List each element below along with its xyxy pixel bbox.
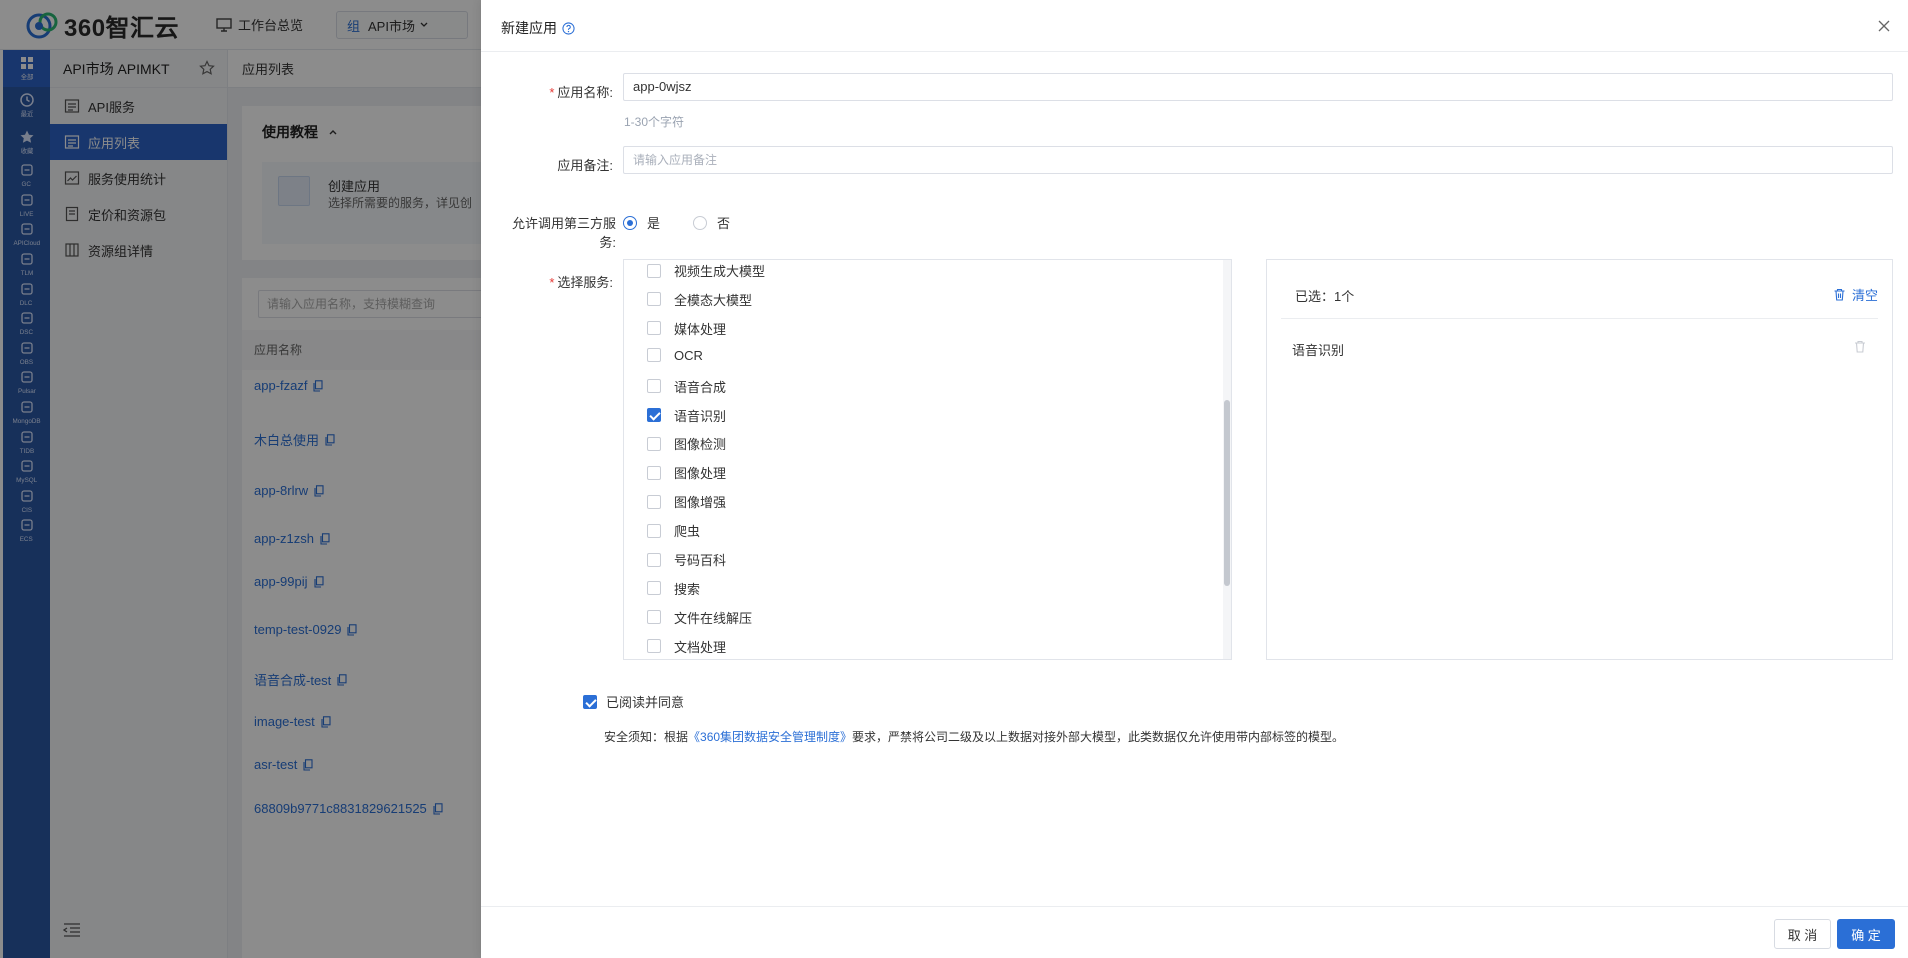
radio-no-dot bbox=[693, 215, 707, 230]
service-checkbox[interactable] bbox=[647, 523, 661, 538]
radio-yes[interactable]: 是 bbox=[623, 213, 660, 232]
clear-button[interactable]: 清空 bbox=[1833, 285, 1878, 304]
service-label: 文档处理 bbox=[674, 639, 727, 655]
notice-suffix: 要求，严禁将公司二级及以上数据对接外部大模型，此类数据仅允许使用带内部标签的模型… bbox=[852, 730, 1345, 744]
trash-icon bbox=[1834, 288, 1845, 301]
notice-prefix: 安全须知：根据 bbox=[604, 730, 689, 744]
service-option[interactable]: 文档处理 bbox=[647, 637, 726, 656]
service-checkbox[interactable] bbox=[647, 348, 661, 363]
service-checkbox[interactable] bbox=[647, 494, 661, 509]
close-icon[interactable] bbox=[1878, 20, 1890, 32]
drawer-title-text: 新建应用 bbox=[501, 20, 557, 36]
service-checkbox[interactable] bbox=[647, 408, 661, 422]
service-checkbox[interactable] bbox=[647, 263, 661, 278]
services-scrollbar[interactable] bbox=[1223, 260, 1231, 659]
service-label: 媒体处理 bbox=[674, 321, 727, 337]
radio-no[interactable]: 否 bbox=[693, 213, 730, 232]
remark-label: 应用备注: bbox=[557, 158, 613, 173]
service-label: 爬虫 bbox=[674, 524, 701, 540]
app-name-hint: 1-30个字符 bbox=[624, 115, 685, 129]
service-option[interactable]: 图像检测 bbox=[647, 434, 726, 453]
selected-count: 已选：1个 bbox=[1295, 289, 1355, 304]
service-option[interactable]: OCR bbox=[647, 348, 703, 363]
service-option[interactable]: 全模态大模型 bbox=[647, 290, 752, 309]
selected-services-panel: 已选：1个 清空 语音识别 bbox=[1266, 259, 1893, 660]
radio-yes-dot bbox=[623, 215, 637, 230]
service-label: 文件在线解压 bbox=[674, 610, 753, 626]
service-option[interactable]: 语音识别 bbox=[647, 406, 726, 425]
service-label: 号码百科 bbox=[674, 553, 727, 568]
cancel-button[interactable]: 取 消 bbox=[1774, 919, 1831, 949]
service-checkbox[interactable] bbox=[647, 581, 661, 596]
service-checkbox[interactable] bbox=[647, 465, 661, 480]
service-label: 图像检测 bbox=[674, 437, 727, 453]
service-label: 图像增强 bbox=[674, 495, 727, 511]
clear-label: 清空 bbox=[1851, 288, 1878, 303]
service-checkbox[interactable] bbox=[647, 436, 661, 451]
agreement-label: 已阅读并同意 bbox=[606, 695, 685, 710]
service-label: OCR bbox=[674, 347, 703, 363]
service-option[interactable]: 媒体处理 bbox=[647, 319, 726, 338]
service-label: 搜索 bbox=[674, 581, 701, 597]
drawer-title: 新建应用 bbox=[501, 18, 575, 38]
service-option[interactable]: 搜索 bbox=[647, 579, 700, 598]
security-notice: 安全须知：根据《360集团数据安全管理制度》要求，严禁将公司二级及以上数据对接外… bbox=[604, 728, 1344, 745]
service-checkbox[interactable] bbox=[647, 610, 661, 625]
service-option[interactable]: 号码百科 bbox=[647, 550, 726, 569]
new-app-drawer: 新建应用 * 应用名称: app-0wjsz 1-30个字符 应用备注: 请输入应… bbox=[481, 0, 1908, 958]
security-policy-link[interactable]: 《360集团数据安全管理制度》 bbox=[688, 730, 852, 744]
service-label: 视频生成大模型 bbox=[674, 264, 766, 279]
service-label: 图像处理 bbox=[674, 466, 727, 482]
selected-divider bbox=[1281, 318, 1878, 319]
service-option[interactable]: 图像处理 bbox=[647, 463, 726, 482]
service-checkbox[interactable] bbox=[647, 292, 661, 307]
app-name-input[interactable]: app-0wjsz bbox=[623, 73, 1893, 101]
service-label: 语音合成 bbox=[674, 379, 727, 395]
remark-input[interactable]: 请输入应用备注 bbox=[623, 146, 1893, 174]
service-checkbox[interactable] bbox=[647, 639, 661, 654]
services-list-panel[interactable]: 视频生成大模型 全模态大模型 媒体处理 OCR 语音合成语音识别图像检测图像处理图像增强… bbox=[623, 259, 1232, 660]
service-label: 语音识别 bbox=[674, 408, 727, 424]
third-party-label: 允许调用第三方服务: bbox=[511, 216, 616, 250]
radio-yes-label: 是 bbox=[647, 216, 661, 231]
service-option[interactable]: 文件在线解压 bbox=[647, 608, 752, 627]
remove-item-trash-icon[interactable] bbox=[1854, 340, 1866, 353]
service-checkbox[interactable] bbox=[647, 379, 661, 394]
radio-no-label: 否 bbox=[717, 216, 731, 231]
drawer-header: 新建应用 bbox=[481, 0, 1908, 52]
drawer-footer: 取 消 确 定 bbox=[481, 906, 1908, 958]
modal-overlay[interactable] bbox=[0, 0, 481, 958]
service-label: 全模态大模型 bbox=[674, 292, 753, 308]
help-icon[interactable] bbox=[562, 21, 575, 35]
agreement-check bbox=[583, 694, 597, 709]
services-label: * 选择服务: bbox=[549, 275, 613, 290]
confirm-button[interactable]: 确 定 bbox=[1837, 919, 1895, 949]
services-scroll-thumb[interactable] bbox=[1224, 400, 1230, 586]
selected-item: 语音识别 bbox=[1292, 343, 1345, 358]
service-option[interactable]: 爬虫 bbox=[647, 521, 700, 540]
app-name-label: * 应用名称: bbox=[549, 85, 613, 100]
service-option[interactable]: 视频生成大模型 bbox=[647, 261, 765, 280]
service-checkbox[interactable] bbox=[647, 552, 661, 567]
agreement-checkbox[interactable]: 已阅读并同意 bbox=[583, 692, 684, 711]
service-checkbox[interactable] bbox=[647, 321, 661, 336]
service-option[interactable]: 语音合成 bbox=[647, 377, 726, 396]
service-option[interactable]: 图像增强 bbox=[647, 492, 726, 511]
